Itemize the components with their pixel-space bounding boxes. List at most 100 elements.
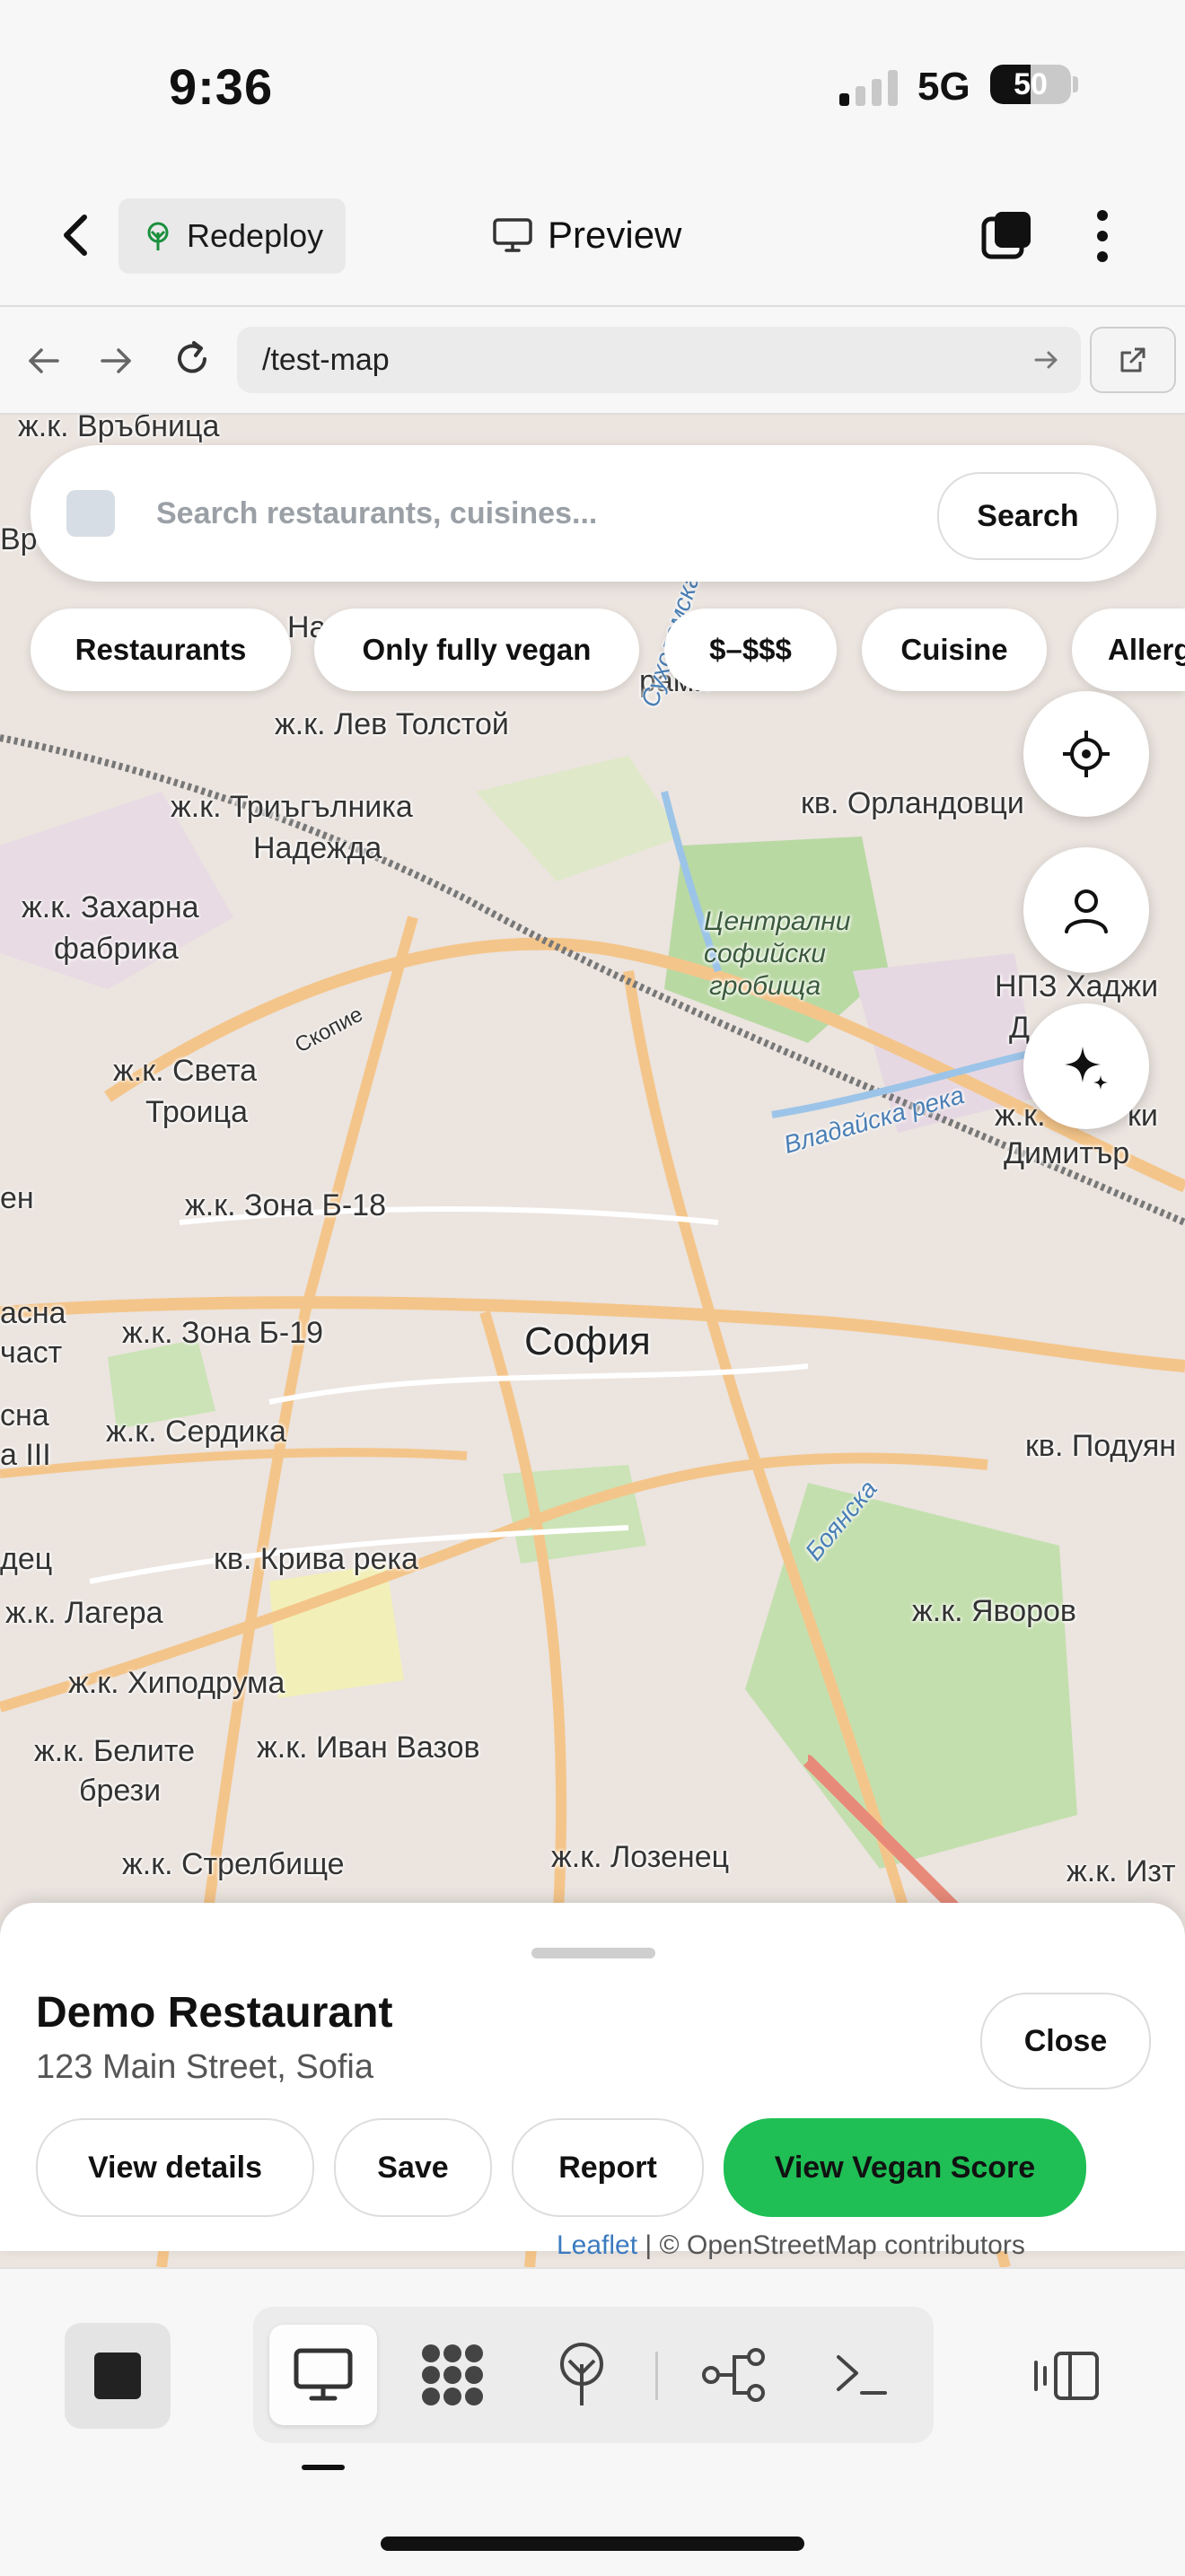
home-indicator[interactable] — [381, 2537, 804, 2551]
map-label: ж.к. Света — [113, 1054, 258, 1088]
sheet-grabber[interactable] — [531, 1948, 655, 1958]
more-vertical-icon[interactable] — [1092, 208, 1113, 264]
profile-button[interactable] — [1023, 847, 1149, 973]
url-text: /test-map — [262, 342, 390, 377]
filter-chip-fully-vegan[interactable]: Only fully vegan — [314, 609, 639, 691]
map-label: дец — [0, 1542, 53, 1576]
terminal-tab[interactable] — [808, 2325, 916, 2425]
map-label: Д — [1009, 1011, 1031, 1045]
url-field[interactable]: /test-map — [237, 327, 1081, 393]
map-label: фабрика — [54, 932, 179, 966]
map-label: асна — [0, 1296, 66, 1330]
place-address: 123 Main Street, Sofia — [36, 2048, 373, 2086]
map-label: ж.к. Лев Толстой — [275, 707, 509, 741]
battery-tip — [1073, 76, 1078, 92]
go-arrow-icon[interactable] — [1032, 346, 1059, 373]
workflow-tab[interactable] — [680, 2325, 788, 2425]
status-time: 9:36 — [169, 58, 274, 115]
map-label: част — [0, 1336, 63, 1370]
map-label: ж.к. Сердика — [106, 1415, 286, 1449]
map-label: Централни — [704, 907, 851, 936]
sparkle-icon — [1065, 1047, 1108, 1090]
crosshair-icon — [1063, 731, 1110, 777]
view-details-button[interactable]: View details — [36, 2118, 314, 2217]
map-label: ж.к. Хиподрума — [68, 1666, 285, 1700]
grid-blob-icon — [422, 2344, 483, 2405]
map-label: а III — [0, 1438, 51, 1472]
signal-icon — [839, 70, 902, 106]
view-vegan-score-button[interactable]: View Vegan Score — [724, 2118, 1086, 2217]
user-icon — [1065, 889, 1108, 933]
filter-chip-allergens[interactable]: Allergens — [1072, 609, 1185, 691]
osm-attribution: | © OpenStreetMap contributors — [645, 2230, 1025, 2260]
map-label: София — [524, 1319, 651, 1363]
tabs-icon[interactable] — [980, 208, 1034, 262]
network-type: 5G — [917, 65, 970, 109]
map-label: софийски — [704, 939, 826, 968]
filter-chip-price[interactable]: $–$$$ — [664, 609, 837, 691]
ai-suggest-button[interactable] — [1023, 1003, 1149, 1129]
report-button[interactable]: Report — [512, 2118, 704, 2217]
segment-divider — [655, 2352, 658, 2400]
map-label: Димитър — [1004, 1136, 1130, 1170]
map-label: кв. Подуян — [1025, 1429, 1177, 1463]
redeploy-icon — [147, 222, 169, 250]
open-external-button[interactable] — [1090, 327, 1176, 393]
map-label: ен — [0, 1181, 34, 1215]
map-label: кв. Крива река — [214, 1542, 418, 1576]
map-label: ж.к. Връбница — [18, 415, 220, 443]
back-chevron-icon[interactable] — [54, 208, 99, 262]
map-label: Троица — [145, 1095, 249, 1129]
map-label: гробища — [709, 971, 821, 1001]
search-button[interactable]: Search — [937, 472, 1119, 560]
panel-layout-icon[interactable] — [1032, 2350, 1101, 2402]
map-label: кв. Орландовци — [801, 786, 1024, 820]
battery-icon: 50 — [990, 65, 1071, 104]
map-label: ж.к. Изт — [1066, 1854, 1176, 1888]
map-attribution: Leaflet | © OpenStreetMap contributors — [557, 2230, 1185, 2266]
map-label: ж.к. Иван Вазов — [257, 1730, 480, 1765]
map-label: ж.к. Лозенец — [551, 1840, 730, 1874]
stop-button[interactable] — [65, 2323, 171, 2429]
park-area — [269, 1564, 404, 1698]
deploy-tab[interactable] — [528, 2325, 636, 2425]
preview-tab[interactable] — [269, 2325, 377, 2425]
apps-tab[interactable] — [399, 2325, 506, 2425]
map-label: ж.к. Триъгълника — [171, 790, 413, 824]
preview-selector[interactable]: Preview — [492, 208, 681, 262]
place-name: Demo Restaurant — [36, 1989, 393, 2037]
external-link-icon — [1120, 347, 1146, 372]
map-label: Надежда — [253, 831, 382, 865]
deploy-tree-icon — [560, 2343, 603, 2405]
monitor-icon — [493, 218, 532, 252]
monitor-icon — [294, 2348, 353, 2401]
search-input[interactable] — [156, 490, 910, 537]
map-label: ж.к. Белите — [34, 1734, 195, 1768]
branch-icon — [702, 2348, 765, 2402]
browser-forward-icon[interactable] — [97, 341, 136, 381]
active-tab-indicator — [302, 2465, 345, 2470]
map-label: ж.к. Захарна — [22, 890, 199, 924]
search-filter-swatch[interactable] — [66, 490, 115, 537]
save-button[interactable]: Save — [334, 2118, 492, 2217]
reload-icon[interactable] — [172, 339, 212, 379]
map-label: ж.к. Яворов — [912, 1594, 1076, 1628]
filter-chip-cuisine[interactable]: Cuisine — [862, 609, 1047, 691]
map-label: НПЗ Хаджи — [995, 969, 1159, 1003]
close-button[interactable]: Close — [980, 1993, 1151, 2090]
leaflet-link[interactable]: Leaflet — [557, 2230, 637, 2260]
filter-chip-restaurants[interactable]: Restaurants — [31, 609, 291, 691]
preview-label: Preview — [548, 214, 682, 256]
map-label: ж.к. Зона Б-18 — [185, 1188, 386, 1222]
map-label: брези — [79, 1774, 162, 1808]
redeploy-label: Redeploy — [187, 217, 324, 254]
map-label: сна — [0, 1398, 49, 1433]
locate-me-button[interactable] — [1023, 691, 1149, 817]
browser-back-icon[interactable] — [23, 341, 63, 381]
map-label: ж.к. Зона Б-19 — [122, 1316, 323, 1350]
terminal-icon — [837, 2355, 887, 2395]
map-label: ж.к. Стрелбище — [122, 1847, 345, 1881]
map-label: ж.к. Лагера — [5, 1596, 163, 1630]
battery-level: 50 — [1014, 67, 1048, 101]
redeploy-button[interactable]: Redeploy — [118, 198, 346, 274]
